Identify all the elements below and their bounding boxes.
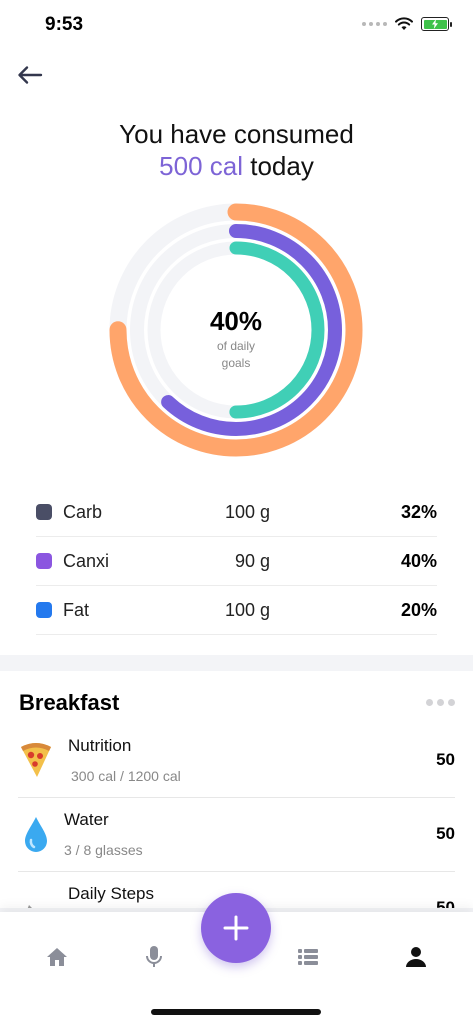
calories-value: 500 cal [159,151,243,181]
macro-name: Carb [63,501,103,522]
entry-value: 50 [436,750,455,769]
macro-row-fat: Fat 100 g 20% [36,586,437,635]
cellular-signal-icon [362,22,387,26]
arrow-left-icon [18,66,43,84]
status-icons [362,17,452,31]
consumed-headline: You have consumed 500 cal today [0,118,473,182]
ring-center-label: 40% of daily goals [104,306,368,371]
pizza-icon [18,740,54,780]
macro-row-carb: Carb 100 g 32% [36,488,437,537]
entry-water[interactable]: Water 3 / 8 glasses 50 [18,798,455,872]
nav-profile[interactable] [396,942,436,972]
entry-nutrition[interactable]: Nutrition 300 cal / 1200 cal 50 [18,724,455,798]
headline-line2: 500 cal today [0,150,473,182]
macro-amount: 100 g [224,599,270,620]
profile-icon [406,947,426,967]
section-divider [0,655,473,671]
nav-voice[interactable] [134,942,174,972]
list-icon [298,949,318,965]
breakfast-title: Breakfast [19,690,120,715]
status-bar: 9:53 [0,0,473,50]
daily-goal-ring: 40% of daily goals [104,198,368,462]
macro-percent: 20% [400,599,437,620]
headline-line1: You have consumed [119,119,354,149]
entry-title: Nutrition [68,736,132,755]
microphone-icon [146,946,162,967]
battery-icon [421,17,452,31]
plus-icon [223,915,249,941]
macros-table: Carb 100 g 32% Canxi 90 g 40% Fat 100 g … [36,488,437,635]
fat-swatch [36,602,52,618]
water-drop-icon [18,814,54,854]
macro-amount: 100 g [224,501,270,522]
daily-goal-percent: 40% [209,306,263,336]
entry-value: 50 [436,824,455,843]
add-entry-button[interactable] [201,893,271,963]
macro-percent: 32% [400,501,437,522]
home-icon [47,948,67,966]
ring-caption-line1: of daily [216,339,256,353]
more-options-button[interactable] [426,695,455,710]
macro-name: Canxi [63,550,110,571]
back-button[interactable] [14,60,46,90]
nav-list[interactable] [288,942,328,972]
status-time: 9:53 [45,14,84,35]
entry-title: Water [64,810,109,829]
macro-name: Fat [63,599,90,620]
macro-percent: 40% [400,550,437,571]
home-indicator [151,1009,321,1015]
wifi-icon [395,17,413,30]
macro-amount: 90 g [234,550,270,571]
carb-swatch [36,504,52,520]
headline-tail: today [243,151,314,181]
entry-subtitle: 300 cal / 1200 cal [71,768,181,784]
canxi-swatch [36,553,52,569]
entry-subtitle: 3 / 8 glasses [64,842,143,858]
nav-home[interactable] [37,942,77,972]
ring-caption-line2: goals [221,356,251,370]
macro-row-canxi: Canxi 90 g 40% [36,537,437,586]
entry-title: Daily Steps [68,884,154,903]
